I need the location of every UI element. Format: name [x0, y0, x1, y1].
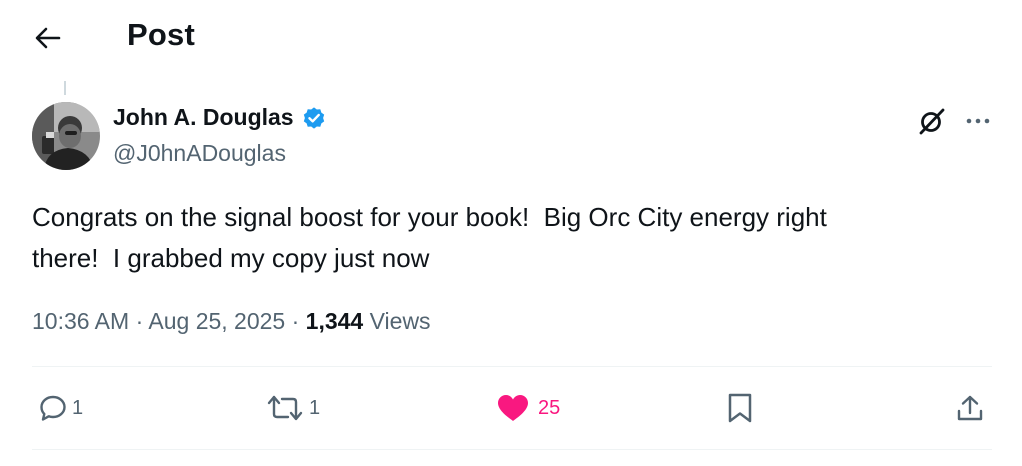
- heart-icon: [498, 395, 528, 421]
- page-title: Post: [127, 17, 195, 52]
- more-options-button[interactable]: [960, 106, 996, 136]
- more-icon: [966, 118, 990, 124]
- post-date[interactable]: Aug 25, 2025: [148, 308, 285, 334]
- top-bar: Post: [0, 0, 1022, 74]
- grok-button[interactable]: [917, 106, 947, 136]
- repost-button[interactable]: 1: [265, 392, 320, 424]
- share-button[interactable]: [955, 392, 985, 424]
- post-meta: 10:36 AM · Aug 25, 2025 · 1,344 Views: [32, 308, 431, 335]
- verified-badge-icon[interactable]: [301, 105, 327, 131]
- divider: [32, 449, 992, 450]
- views-label: Views: [369, 308, 431, 334]
- bookmark-icon: [728, 393, 752, 423]
- like-button[interactable]: 25: [496, 392, 560, 424]
- grok-icon: [919, 108, 945, 135]
- bookmark-button[interactable]: [726, 392, 754, 424]
- back-arrow-icon: [35, 27, 61, 49]
- like-count: 25: [538, 396, 561, 419]
- repost-icon: [267, 395, 303, 421]
- meta-separator: ·: [291, 308, 300, 334]
- repost-count: 1: [309, 396, 321, 419]
- action-bar: 1 1 25: [0, 366, 1022, 449]
- share-icon: [957, 395, 983, 421]
- reply-button[interactable]: 1: [38, 392, 83, 424]
- post-text: Congrats on the signal boost for your bo…: [32, 202, 827, 273]
- author-row: John A. Douglas: [113, 104, 327, 131]
- reply-count: 1: [72, 396, 84, 419]
- post-time[interactable]: 10:36 AM: [32, 308, 129, 334]
- avatar[interactable]: [32, 102, 100, 170]
- author-name[interactable]: John A. Douglas: [113, 104, 294, 131]
- reply-icon: [40, 395, 66, 421]
- views-count[interactable]: 1,344: [306, 308, 364, 334]
- back-button[interactable]: [30, 20, 66, 56]
- author-handle[interactable]: @J0hnADouglas: [113, 140, 286, 167]
- thread-connector: [64, 81, 66, 95]
- meta-separator: ·: [135, 308, 144, 334]
